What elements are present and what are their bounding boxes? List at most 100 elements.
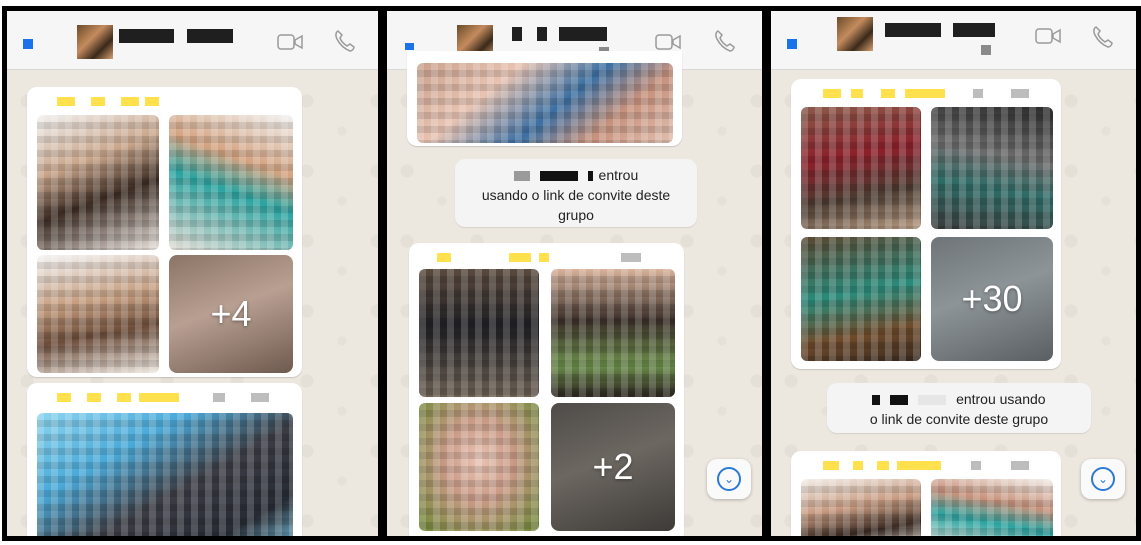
sender-name-redacted — [91, 97, 105, 106]
video-call-icon[interactable] — [1035, 27, 1061, 45]
sender-name-redacted — [437, 253, 451, 262]
sender-name-redacted — [145, 97, 159, 106]
photo-thumbnail[interactable] — [37, 255, 159, 373]
member-name-redacted — [513, 171, 530, 182]
more-photos-tile[interactable]: +2 — [551, 403, 675, 531]
contact-name-redacted[interactable] — [187, 29, 233, 43]
timestamp-redacted — [621, 253, 641, 262]
sender-name-redacted — [851, 89, 863, 98]
chat-header — [771, 11, 1136, 70]
contact-name-redacted[interactable] — [885, 23, 941, 37]
photo-thumbnail[interactable] — [37, 413, 293, 536]
sender-name-redacted — [139, 393, 179, 402]
system-message-line: entrou — [455, 165, 697, 185]
photo-thumbnail[interactable] — [37, 115, 159, 250]
contact-name-redacted[interactable] — [512, 27, 522, 41]
sender-name-redacted — [853, 461, 863, 470]
mosaic — [551, 269, 675, 397]
mosaic — [801, 107, 921, 229]
photo-thumbnail[interactable] — [931, 107, 1053, 229]
member-name-redacted — [587, 171, 593, 182]
scroll-to-bottom-button[interactable]: ⌄ — [707, 459, 751, 499]
chevron-down-icon: ⌄ — [1091, 467, 1115, 491]
mosaic — [169, 115, 293, 250]
photo-thumbnail[interactable] — [801, 479, 921, 536]
photo-thumbnail[interactable] — [417, 63, 673, 143]
video-call-icon[interactable] — [655, 33, 681, 51]
member-name-redacted — [539, 171, 578, 182]
back-icon[interactable] — [787, 39, 797, 49]
sender-name-redacted — [87, 393, 101, 402]
photo-group-bubble[interactable]: +4 — [27, 87, 302, 377]
photo-thumbnail[interactable] — [419, 269, 539, 397]
sender-name-redacted — [823, 89, 841, 98]
photo-group-bubble[interactable]: +30 — [791, 79, 1061, 369]
more-photos-tile[interactable]: +4 — [169, 255, 293, 373]
sender-name-redacted — [897, 461, 941, 470]
chat-panel-middle: entrou usando o link de convite deste gr… — [382, 6, 767, 541]
chat-header — [7, 11, 378, 70]
system-message-joined: entrou usando o link de convite deste gr… — [455, 159, 697, 227]
mosaic — [419, 269, 539, 397]
photo-bubble[interactable] — [407, 51, 682, 146]
photo-thumbnail[interactable] — [551, 269, 675, 397]
timestamp-redacted — [1011, 461, 1029, 470]
photo-thumbnail[interactable] — [169, 115, 293, 250]
sender-name-redacted — [877, 461, 889, 470]
timestamp-redacted — [251, 393, 269, 402]
phone-call-icon[interactable] — [713, 29, 735, 53]
video-call-icon[interactable] — [277, 33, 303, 51]
scroll-to-bottom-button[interactable]: ⌄ — [1081, 459, 1125, 499]
timestamp-redacted — [213, 393, 225, 402]
photo-thumbnail[interactable] — [931, 479, 1053, 536]
photo-bubble[interactable] — [27, 383, 302, 536]
timestamp-redacted — [1011, 89, 1029, 98]
contact-name-redacted[interactable] — [119, 29, 174, 43]
system-message-joined: entrou usando o link de convite deste gr… — [827, 383, 1091, 433]
contact-name-redacted[interactable] — [537, 27, 547, 41]
sender-name-redacted — [121, 97, 139, 106]
system-message-line: usando o link de convite deste — [481, 187, 671, 203]
sender-name-redacted — [57, 393, 71, 402]
avatar[interactable] — [837, 17, 873, 51]
mosaic — [37, 255, 159, 373]
contact-name-redacted[interactable] — [559, 27, 607, 41]
timestamp-redacted — [971, 461, 981, 470]
chevron-down-icon: ⌄ — [717, 467, 741, 491]
photo-group-bubble[interactable] — [791, 451, 1061, 536]
timestamp-redacted — [973, 89, 983, 98]
mosaic — [931, 107, 1053, 229]
sender-name-redacted — [509, 253, 531, 262]
photo-group-bubble[interactable]: +2 — [409, 243, 684, 536]
more-photos-count: +30 — [961, 278, 1023, 319]
photo-thumbnail[interactable] — [419, 403, 539, 531]
sender-name-redacted — [539, 253, 549, 262]
more-photos-count: +4 — [210, 293, 252, 334]
mosaic — [931, 479, 1053, 536]
sender-name-redacted — [905, 89, 945, 98]
mosaic — [37, 115, 159, 250]
member-name-redacted — [918, 395, 947, 406]
sender-name-redacted — [881, 89, 895, 98]
mosaic — [419, 403, 539, 531]
contact-name-redacted[interactable] — [953, 23, 995, 37]
system-message-line: entrou usando — [827, 389, 1091, 409]
more-photos-count: +2 — [592, 446, 634, 487]
photo-thumbnail[interactable] — [801, 237, 921, 361]
member-name-redacted — [890, 395, 909, 406]
mosaic — [417, 63, 673, 143]
sender-name-redacted — [57, 97, 75, 106]
sender-name-redacted — [823, 461, 839, 470]
photo-thumbnail[interactable] — [801, 107, 921, 229]
system-message-line: o link de convite deste grupo — [869, 411, 1049, 427]
back-icon[interactable] — [405, 43, 414, 50]
mosaic — [37, 413, 293, 536]
more-photos-tile[interactable]: +30 — [931, 237, 1053, 361]
chat-panel-right: +30 entrou usando o link de convite dest… — [766, 6, 1141, 541]
member-name-redacted — [872, 395, 881, 406]
sender-name-redacted — [117, 393, 131, 402]
phone-call-icon[interactable] — [333, 29, 355, 53]
back-icon[interactable] — [23, 39, 33, 49]
avatar[interactable] — [77, 25, 113, 59]
phone-call-icon[interactable] — [1091, 25, 1113, 49]
